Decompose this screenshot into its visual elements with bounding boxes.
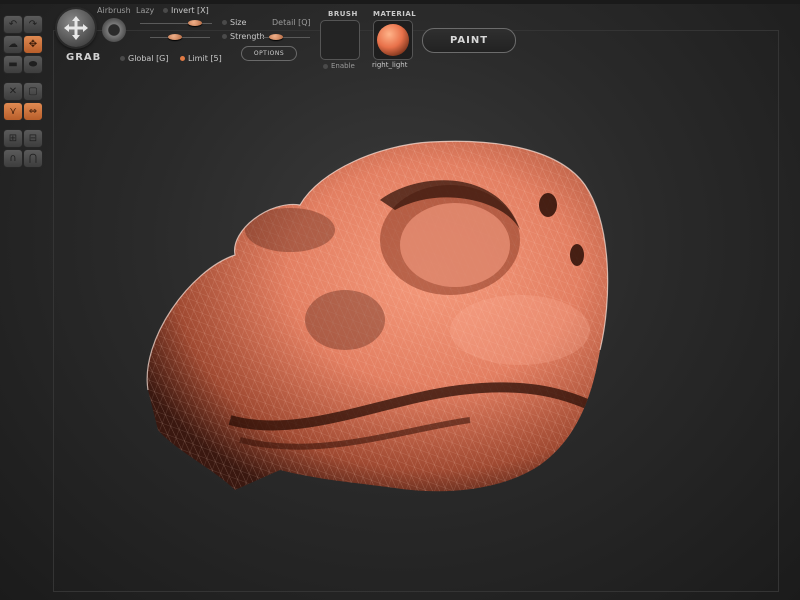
invert-label: Invert [X] bbox=[171, 6, 209, 15]
cloud-icon[interactable]: ☁ bbox=[3, 35, 23, 54]
strength-dot-icon bbox=[222, 34, 227, 39]
enable-text: Enable bbox=[331, 62, 355, 70]
size-text: Size bbox=[230, 18, 247, 27]
symmetry-icon[interactable]: ⋎ bbox=[3, 102, 23, 121]
limit-toggle[interactable]: Limit [5] bbox=[180, 54, 222, 63]
strength-slider-knob[interactable] bbox=[168, 34, 182, 40]
material-swatch[interactable] bbox=[373, 20, 413, 60]
redo-icon[interactable]: ↷ bbox=[23, 15, 43, 34]
brush-label: BRUSH bbox=[328, 10, 358, 18]
flatten-icon[interactable]: ⬬ bbox=[23, 55, 43, 74]
size-label: Size bbox=[222, 18, 246, 27]
limit-dot-icon bbox=[180, 56, 185, 61]
size-dot-icon bbox=[222, 20, 227, 25]
head-model bbox=[146, 140, 609, 492]
airbrush-toggle[interactable]: Airbrush bbox=[97, 6, 131, 15]
detail-slider-knob[interactable] bbox=[269, 34, 283, 40]
paint-button[interactable]: PAINT bbox=[422, 28, 516, 53]
unmask-icon[interactable]: ⋂ bbox=[23, 149, 43, 168]
swap-icon[interactable]: ⇔ bbox=[23, 102, 43, 121]
material-sphere-icon bbox=[377, 24, 409, 56]
grid-icon[interactable]: ▢ bbox=[23, 82, 43, 101]
move-icon[interactable]: ✥ bbox=[23, 35, 43, 54]
size-slider-knob[interactable] bbox=[188, 20, 202, 26]
options-button[interactable]: OPTIONS bbox=[241, 46, 297, 61]
limit-text: Limit [5] bbox=[188, 54, 222, 63]
strength-text: Strength bbox=[230, 32, 265, 41]
undo-icon[interactable]: ↶ bbox=[3, 15, 23, 34]
radius-ring-icon[interactable] bbox=[102, 18, 126, 42]
subdivide-icon[interactable]: ⊞ bbox=[3, 129, 23, 148]
decimate-icon[interactable]: ⊟ bbox=[23, 129, 43, 148]
mirror-x-icon[interactable]: ✕ bbox=[3, 82, 23, 101]
move-arrows-icon[interactable] bbox=[57, 9, 95, 47]
enable-dot-icon bbox=[323, 63, 328, 69]
brush-swatch[interactable] bbox=[320, 20, 360, 60]
lazy-toggle[interactable]: Lazy bbox=[136, 6, 154, 15]
smooth-icon[interactable]: ▬ bbox=[3, 55, 23, 74]
sculpt-viewport[interactable] bbox=[0, 0, 800, 600]
global-dot-icon bbox=[120, 56, 125, 61]
brush-enable-toggle[interactable]: Enable bbox=[323, 62, 355, 70]
strength-label: Strength bbox=[222, 32, 265, 41]
invert-toggle[interactable]: Invert [X] bbox=[163, 6, 209, 15]
material-label: MATERIAL bbox=[373, 10, 417, 18]
global-text: Global [G] bbox=[128, 54, 169, 63]
top-edge bbox=[0, 0, 800, 4]
tool-name: GRAB bbox=[66, 52, 102, 63]
detail-label[interactable]: Detail [Q] bbox=[272, 18, 311, 27]
material-name: right_light bbox=[372, 61, 408, 69]
mask-icon[interactable]: ∩ bbox=[3, 149, 23, 168]
global-toggle[interactable]: Global [G] bbox=[120, 54, 169, 63]
invert-dot-icon bbox=[163, 8, 168, 13]
